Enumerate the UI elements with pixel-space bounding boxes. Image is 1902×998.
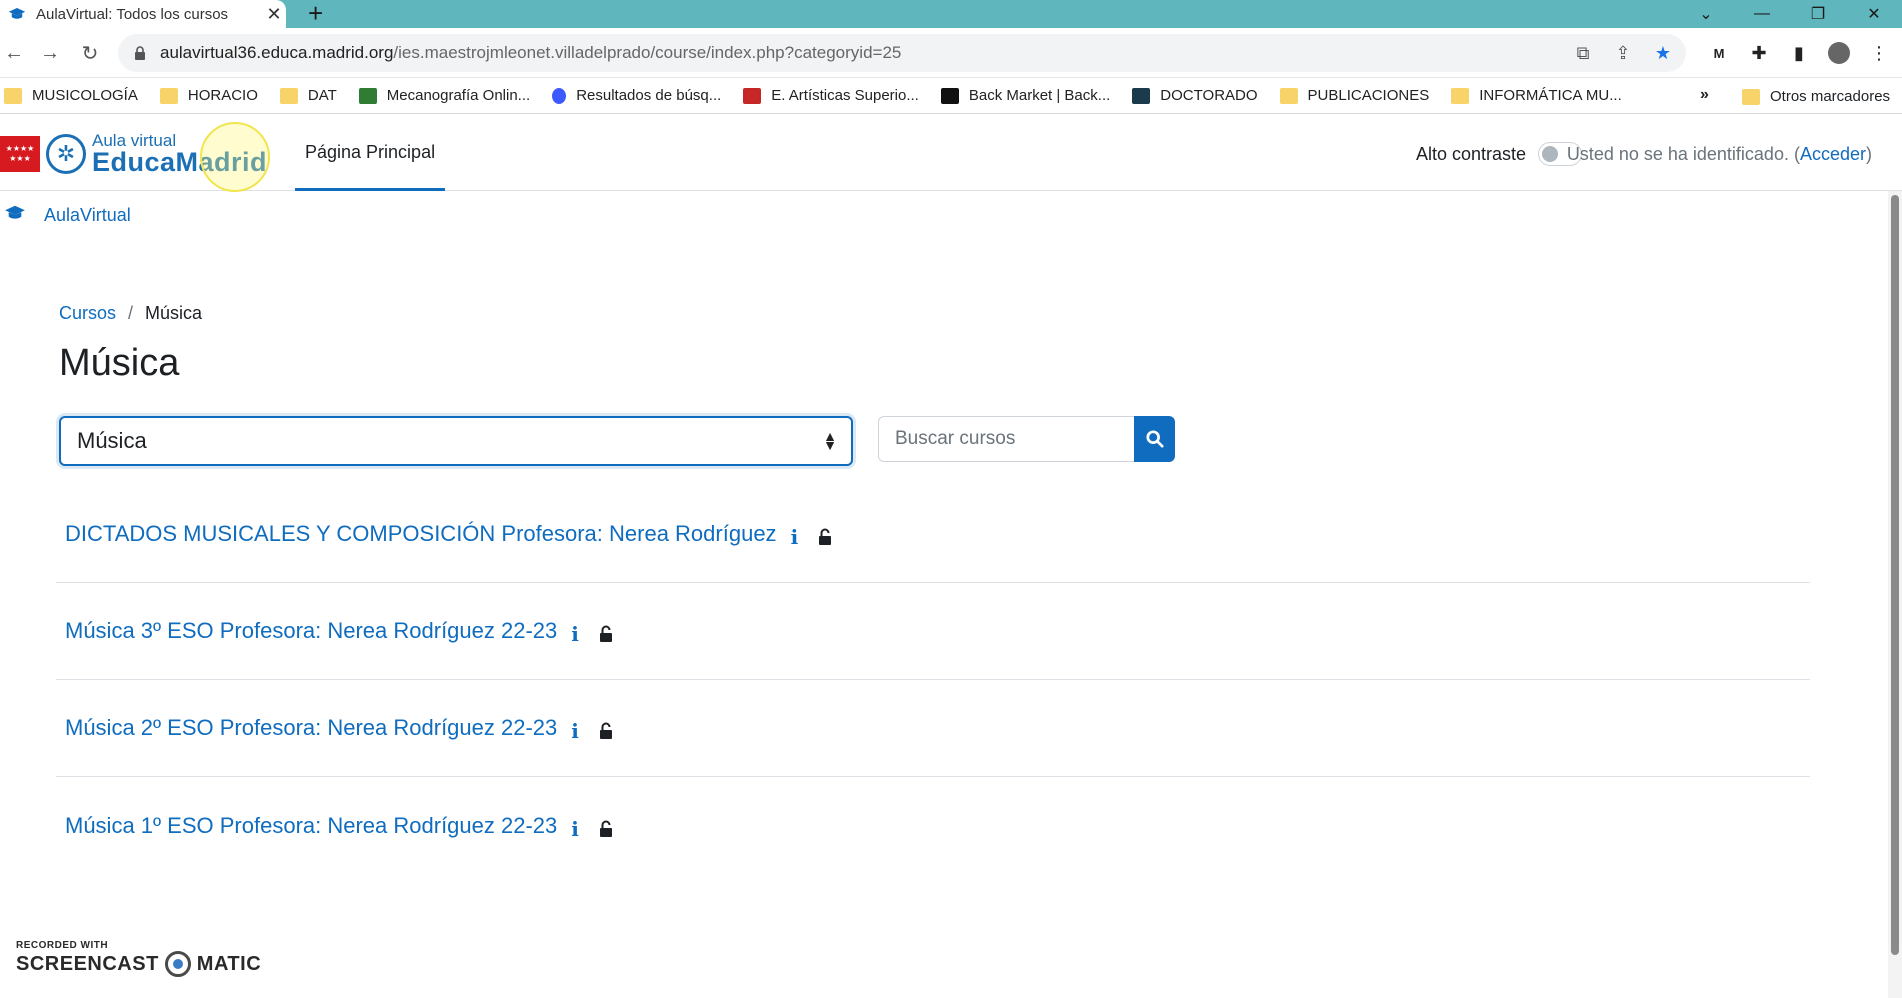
guest-access-lock-icon — [599, 625, 613, 643]
educamadrid-emblem-icon: ✲ — [46, 134, 86, 174]
extension-m-icon[interactable]: M — [1706, 40, 1732, 66]
reload-icon[interactable]: ↻ — [76, 39, 104, 67]
site-name-label: AulaVirtual — [44, 204, 131, 225]
course-link[interactable]: Música 3º ESO Profesora: Nerea Rodríguez… — [65, 618, 557, 644]
keyboard-icon — [358, 87, 377, 104]
folder-icon — [1451, 87, 1470, 104]
browser-menu-icon[interactable]: ⋮ — [1866, 40, 1892, 66]
course-link[interactable]: DICTADOS MUSICALES Y COMPOSICIÓN Profeso… — [65, 521, 777, 547]
search-button[interactable] — [1134, 416, 1175, 462]
breadcrumb: Cursos / Música — [59, 303, 202, 324]
tab-title: AulaVirtual: Todos los cursos — [36, 5, 229, 23]
restore-icon[interactable]: ❐ — [1790, 0, 1846, 28]
browser-tab-strip: AulaVirtual: Todos los cursos ✕ + ⌄ — ❐ … — [0, 0, 1902, 28]
madrid-flag-icon: ★★★★ ★★★ — [0, 136, 40, 172]
folder-icon — [159, 87, 178, 104]
extensions-area: M ✚ ▮ ⋮ — [1706, 40, 1892, 66]
graduation-cap-icon — [4, 204, 30, 226]
course-list: DICTADOS MUSICALES Y COMPOSICIÓN Profeso… — [56, 486, 1810, 874]
bookmarks-bar: MUSICOLOGÍA HORACIO DAT Mecanografía Onl… — [0, 78, 1902, 114]
close-tab-icon[interactable]: ✕ — [262, 4, 286, 25]
bookmark-star-icon[interactable]: ★ — [1652, 42, 1674, 64]
select-arrows-icon: ▲ ▼ — [823, 428, 837, 453]
folder-icon — [4, 87, 22, 104]
new-tab-button[interactable]: + — [308, 0, 323, 29]
bookmark-item[interactable]: DOCTORADO — [1132, 87, 1258, 104]
info-icon[interactable]: i — [791, 525, 799, 549]
login-status: Usted no se ha identificado. (Acceder) — [1566, 144, 1872, 164]
close-window-icon[interactable]: ✕ — [1846, 0, 1902, 28]
share-icon[interactable]: ⇪ — [1612, 42, 1634, 64]
login-link[interactable]: Acceder — [1800, 144, 1866, 164]
browser-tab-active[interactable]: AulaVirtual: Todos los cursos ✕ — [0, 0, 286, 28]
page-title: Música — [59, 342, 180, 384]
course-item: DICTADOS MUSICALES Y COMPOSICIÓN Profeso… — [56, 486, 1810, 583]
info-icon[interactable]: i — [571, 719, 579, 743]
course-item: Música 1º ESO Profesora: Nerea Rodríguez… — [56, 777, 1810, 874]
course-link[interactable]: Música 2º ESO Profesora: Nerea Rodríguez… — [65, 715, 557, 741]
breadcrumb-cursos-link[interactable]: Cursos — [59, 303, 116, 324]
bookmark-item[interactable]: INFORMÁTICA MU... — [1451, 87, 1622, 104]
bookmark-item[interactable]: PUBLICACIONES — [1279, 87, 1429, 104]
side-panel-icon[interactable]: ▮ — [1786, 40, 1812, 66]
bookmark-item[interactable]: DAT — [279, 87, 337, 104]
bookmark-item[interactable]: Back Market | Back... — [940, 87, 1110, 104]
info-icon[interactable]: i — [571, 817, 579, 841]
puzzle-extensions-icon[interactable]: ✚ — [1746, 40, 1772, 66]
watermark-caption: RECORDED WITH — [16, 940, 109, 951]
url-text[interactable]: aulavirtual36.educa.madrid.org/ies.maest… — [160, 43, 901, 63]
breadcrumb-separator: / — [128, 303, 134, 323]
guest-access-lock-icon — [599, 722, 613, 740]
record-dot-icon — [164, 951, 191, 977]
university-icon — [1132, 87, 1151, 104]
red-site-icon — [743, 87, 762, 104]
address-bar-actions: ⧉ ⇪ ★ — [1572, 42, 1674, 64]
bookmark-item[interactable]: HORACIO — [159, 87, 258, 104]
folder-icon — [1279, 87, 1298, 104]
bookmark-item[interactable]: Mecanografía Onlin... — [358, 87, 530, 104]
tab-search-icon[interactable]: ⌄ — [1678, 0, 1734, 28]
watermark-logo: SCREENCAST MATIC — [16, 951, 261, 977]
search-result-icon — [552, 87, 567, 104]
browser-toolbar: ← → ↻ aulavirtual36.educa.madrid.org/ies… — [0, 28, 1902, 78]
site-navbar: ★★★★ ★★★ ✲ Aula virtual EducaMadrid Págin… — [0, 116, 1902, 192]
search-courses-input[interactable] — [878, 416, 1134, 462]
info-icon[interactable]: i — [571, 622, 579, 646]
back-arrow-icon[interactable]: ← — [0, 39, 28, 67]
toggle-knob — [1542, 146, 1558, 162]
backmarket-icon — [940, 87, 959, 104]
high-contrast-control: Alto contraste — [1416, 142, 1582, 166]
graduation-cap-icon — [8, 5, 26, 23]
course-link[interactable]: Música 1º ESO Profesora: Nerea Rodríguez… — [65, 813, 557, 839]
scrollbar-thumb[interactable] — [1891, 195, 1899, 955]
lock-icon[interactable] — [134, 46, 148, 60]
category-select[interactable]: Música ▲ ▼ — [59, 416, 853, 466]
course-search — [878, 416, 1175, 462]
guest-access-lock-icon — [599, 820, 613, 838]
window-controls: ⌄ — ❐ ✕ — [1678, 0, 1902, 28]
category-select-value: Música — [77, 428, 147, 453]
open-in-app-icon[interactable]: ⧉ — [1572, 42, 1594, 64]
minimize-icon[interactable]: — — [1734, 0, 1790, 28]
course-item: Música 3º ESO Profesora: Nerea Rodríguez… — [56, 583, 1810, 680]
profile-avatar-icon[interactable] — [1826, 40, 1852, 66]
site-name-link[interactable]: AulaVirtual — [0, 204, 131, 226]
course-item: Música 2º ESO Profesora: Nerea Rodríguez… — [56, 680, 1810, 777]
bookmark-item[interactable]: Resultados de búsq... — [552, 87, 721, 104]
bookmark-item[interactable]: MUSICOLOGÍA — [4, 87, 138, 104]
search-icon — [1145, 430, 1164, 448]
guest-access-lock-icon — [818, 528, 832, 546]
address-bar[interactable]: aulavirtual36.educa.madrid.org/ies.maest… — [118, 34, 1686, 72]
folder-icon — [1742, 88, 1760, 105]
forward-arrow-icon[interactable]: → — [36, 39, 64, 67]
more-bookmarks-button[interactable]: » — [1700, 86, 1709, 104]
nav-home-link[interactable]: Página Principal — [295, 116, 446, 191]
other-bookmarks-folder[interactable]: Otros marcadores — [1742, 88, 1890, 105]
high-contrast-label: Alto contraste — [1415, 143, 1526, 164]
breadcrumb-current: Música — [145, 303, 203, 323]
folder-icon — [279, 87, 298, 104]
screencast-watermark: RECORDED WITH SCREENCAST MATIC — [16, 940, 261, 977]
cursor-highlight — [200, 122, 270, 192]
bookmark-item[interactable]: E. Artísticas Superio... — [743, 87, 919, 104]
